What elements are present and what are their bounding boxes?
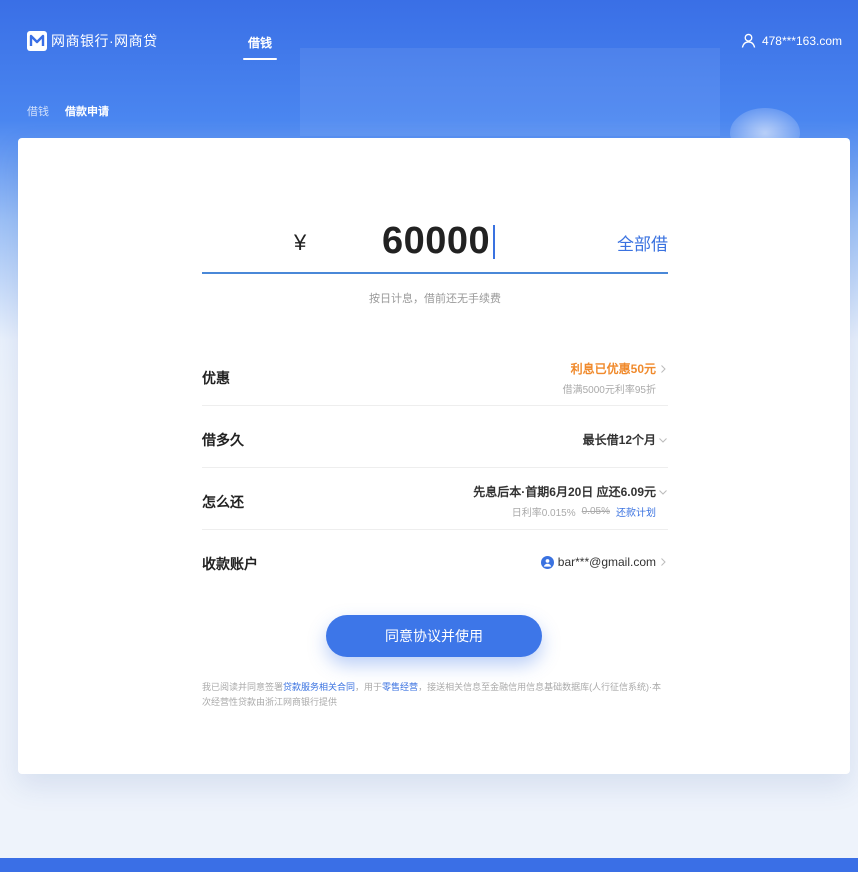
breadcrumb-current: 借款申请 xyxy=(65,106,109,118)
loan-application-card: ¥ 60000 全部借 按日计息，借前还无手续费 优惠 利息已优惠50元 借满5… xyxy=(18,138,850,774)
discount-info: 利息已优惠50元 借满5000元利率95折 xyxy=(563,360,668,396)
repay-row[interactable]: 怎么还 先息后本·首期6月20日 应还6.09元 日利率0.015% 0.05%… xyxy=(202,468,668,530)
nav-tab-borrow[interactable]: 借钱 xyxy=(242,34,278,51)
bottom-bar xyxy=(0,858,858,872)
discount-row[interactable]: 优惠 利息已优惠50元 借满5000元利率95折 xyxy=(202,346,668,406)
top-bar: 网商银行·网商贷 借钱 478***163.com xyxy=(0,0,858,90)
alipay-account-icon xyxy=(540,555,554,569)
nav-tab-underline xyxy=(243,58,277,60)
chevron-down-icon xyxy=(659,489,667,495)
amount-value: 60000 xyxy=(382,220,491,262)
breadcrumb: 借钱 借款申请 xyxy=(27,103,109,119)
account-value: bar***@gmail.com xyxy=(557,555,656,569)
daily-rate: 日利率0.015% xyxy=(511,508,576,519)
logo-text: 网商银行·网商贷 xyxy=(51,33,158,49)
borrow-all-button[interactable]: 全部借 xyxy=(617,230,668,255)
loan-contract-link[interactable]: 贷款服务相关合同 xyxy=(283,682,355,692)
repay-label: 怎么还 xyxy=(202,494,244,510)
term-value: 最长借12个月 xyxy=(582,433,656,447)
chevron-right-icon xyxy=(661,364,666,373)
repay-info: 先息后本·首期6月20日 应还6.09元 日利率0.015% 0.05% 还款计… xyxy=(473,483,668,519)
term-info: 最长借12个月 xyxy=(583,431,668,448)
agreement-prefix: 我已阅读并同意签署 xyxy=(202,682,284,692)
amount-input-row[interactable]: ¥ 60000 全部借 xyxy=(202,212,668,274)
chevron-right-icon xyxy=(661,558,666,566)
user-account[interactable]: 478***163.com xyxy=(741,33,842,48)
retail-business-link[interactable]: 零售经营 xyxy=(382,682,418,692)
agreement-text: 我已阅读并同意签署贷款服务相关合同，用于零售经营，接送相关信息至金融信用信息基础… xyxy=(202,680,668,710)
repay-value: 先息后本·首期6月20日 应还6.09元 xyxy=(473,485,656,499)
chevron-down-icon xyxy=(659,437,667,443)
logo-m-icon xyxy=(27,31,47,51)
currency-symbol: ¥ xyxy=(294,230,307,255)
logo[interactable]: 网商银行·网商贷 xyxy=(27,31,158,51)
user-account-text: 478***163.com xyxy=(761,33,842,48)
discount-label: 优惠 xyxy=(202,370,230,386)
text-caret xyxy=(493,224,496,259)
account-info: bar***@gmail.com xyxy=(540,555,668,569)
original-rate: 0.05% xyxy=(581,506,610,517)
discount-value: 利息已优惠50元 xyxy=(570,362,656,376)
amount-hint: 按日计息，借前还无手续费 xyxy=(369,293,501,305)
term-label: 借多久 xyxy=(202,432,244,448)
repayment-plan-link[interactable]: 还款计划 xyxy=(616,504,656,519)
account-label: 收款账户 xyxy=(202,556,258,572)
breadcrumb-borrow[interactable]: 借钱 xyxy=(27,103,49,119)
account-row[interactable]: 收款账户 bar***@gmail.com xyxy=(202,530,668,592)
agree-and-use-button[interactable]: 同意协议并使用 xyxy=(326,615,542,657)
user-icon xyxy=(741,33,756,48)
agreement-mid: ，用于 xyxy=(355,682,383,692)
amount-input[interactable]: 60000 xyxy=(382,220,496,263)
term-row[interactable]: 借多久 最长借12个月 xyxy=(202,406,668,468)
discount-sub: 借满5000元利率95折 xyxy=(562,385,656,396)
